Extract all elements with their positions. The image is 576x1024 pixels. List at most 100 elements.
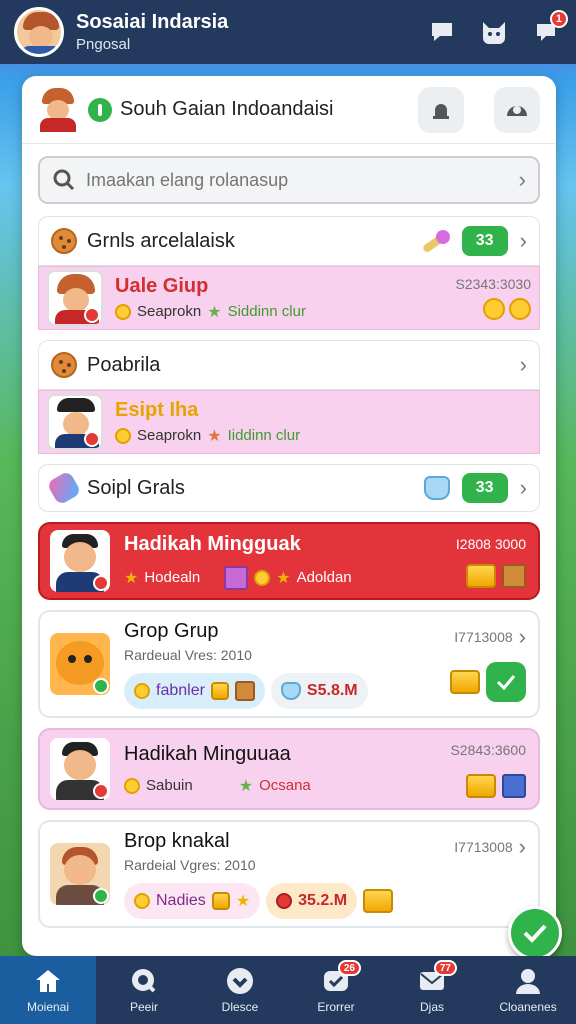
chevron-right-icon[interactable]: › [519,167,526,193]
weekly-gift-card[interactable]: Hadikah Mingguak ★ Hodealn ★ Adoldan I28… [38,522,540,600]
app-bar: Sosaiai Indarsia Pngosal 1 [0,0,576,64]
count-pill: 33 [461,226,508,256]
group-card-1[interactable]: Grop Grup Rardeual Vres: 2010 fabnler S5… [38,610,540,718]
card-rewards [466,564,526,588]
header-actions: 1 [426,10,568,48]
app-title-group: Sosaiai Indarsia Pngosal [76,11,228,53]
section-actions: 33 › [420,226,527,256]
chat-icon: 26 [321,960,361,996]
chevron-right-icon[interactable]: › [520,228,527,254]
nav-label: Cloanenes [499,1000,557,1014]
search-bar[interactable]: › [38,156,540,204]
search-input[interactable] [86,169,519,191]
star-icon: ★ [124,569,139,587]
nav-label: Dlesce [221,1000,259,1014]
coin-icon [254,569,271,586]
nav-badge: 77 [433,960,457,976]
card-stamp-area: I7713008 › [454,624,526,650]
profile-avatar[interactable] [14,7,64,57]
section-header-3[interactable]: Soipl Grals 33 › [38,464,540,512]
nav-search[interactable]: Peeir [96,956,192,1024]
candy-icon [46,470,82,506]
card-body: Uale Giup Seaprokn ★ Siddinn clur [115,275,455,322]
card-body: Esipt Iha Seaprokn ★ Iiddinn clur [115,399,531,446]
gold-bars-icon [466,774,496,798]
card-rewards [466,774,526,798]
section-actions: › [520,352,527,378]
nav-mail[interactable]: 77 Djas [384,956,480,1024]
avatar [50,843,110,905]
item-chip[interactable]: Nadies ★ [124,882,261,919]
info-icon [88,97,112,122]
app-title: Sosaiai Indarsia [76,11,229,33]
gold-bars-icon [450,670,480,694]
member-sub-b: Siddinn clur [227,303,306,320]
count-pill: 33 [461,473,508,503]
accept-button[interactable] [486,662,526,702]
section-header-1[interactable]: Grnls arcelalaisk 33 › [38,216,540,266]
avatar [50,633,110,695]
section-actions: 33 › [423,473,527,503]
nav-messages[interactable]: 26 Erorrer [288,956,384,1024]
card-sub-a: Hodealn [144,569,201,586]
confirm-fab[interactable] [508,906,562,960]
member-card-1[interactable]: Uale Giup Seaprokn ★ Siddinn clur S2343:… [38,266,540,330]
coin-icon [134,892,150,909]
section-header-2[interactable]: Poabrila › [38,340,540,390]
amount-chip[interactable]: 35.2.M [266,882,358,919]
card-sub-a: Sabuin [146,777,193,794]
member-card-2[interactable]: Esipt Iha Seaprokn ★ Iiddinn clur [38,390,540,454]
user-icon [513,966,543,996]
search-icon [129,966,159,996]
gold-bars-icon [363,888,394,913]
home-icon [33,966,63,996]
nav-favorites[interactable]: Dlesce [192,956,288,1024]
chevron-right-icon[interactable]: › [520,475,527,501]
card-actions [450,662,526,702]
notification-icon[interactable]: 1 [530,10,568,48]
chat-icon[interactable] [426,16,458,48]
nav-label: Erorrer [317,1000,355,1014]
group-avatar [38,87,78,132]
chevron-right-icon[interactable]: › [520,352,527,378]
coin-icon [115,303,131,320]
jar-icon [423,476,450,500]
mail-icon: 77 [417,960,457,996]
section-label: Poabrila [87,353,161,376]
nav-profile[interactable]: Cloanenes [480,956,576,1024]
chevron-right-icon[interactable]: › [519,624,526,650]
panel-header-actions [418,86,540,133]
nav-home[interactable]: Moienai [0,956,96,1024]
coins-stack-icon [210,681,229,700]
section-list: Grnls arcelalaisk 33 › Uale Giup Seaprok… [38,216,540,928]
card-stamp: S2343:3030 [455,276,531,292]
cat-icon[interactable] [478,16,510,48]
chevron-right-icon[interactable]: › [519,834,526,860]
card-sub-b: Adoldan [296,569,352,586]
group-card-2[interactable]: Brop knakal Rardeial Vgres: 2010 Nadies … [38,820,540,928]
member-name: Esipt Iha [115,398,199,421]
member-sub: Seaprokn ★ Iiddinn clur [115,426,531,446]
weekly-card[interactable]: Hadikah Minguuaa Sabuin ★ Ocsana S2843:3… [38,728,540,810]
member-sub-a: Seaprokn [137,303,202,320]
gift-icon [224,565,249,590]
cookie-icon [51,228,77,254]
star-icon: ★ [276,569,291,587]
gift-icon [502,564,526,588]
chip-label: fabnler [156,681,205,699]
panel-header: Souh Gaian Indoandaisi [22,76,556,144]
card-stamp-area: I7713008 › [454,834,526,860]
items-strip: Nadies ★ 35.2.M [124,882,528,919]
lock-button[interactable] [418,86,464,133]
helmet-button[interactable] [494,86,540,133]
wand-icon [420,228,450,254]
card-stamp: I7713008 [454,629,513,645]
card-right: S2343:3030 [455,276,531,320]
member-sub-b: Iiddinn clur [227,427,301,444]
item-chip[interactable]: fabnler [124,672,265,709]
app-subtitle: Pngosal [76,36,131,53]
coin-icon [134,682,150,699]
amount-chip[interactable]: S5.8.M [270,672,368,709]
gift-icon [502,774,526,798]
avatar [50,738,110,800]
